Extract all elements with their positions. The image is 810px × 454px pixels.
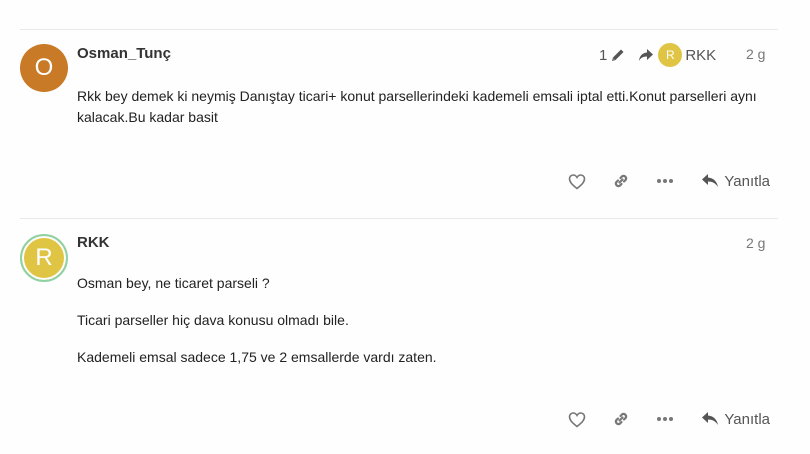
post-date[interactable]: 2 g [746,46,765,62]
reply-to-avatar[interactable]: R [658,43,683,67]
avatar[interactable]: R [20,234,68,282]
post-osman: O Osman_Tunç 1 R RKK 2 g Rkk bey demek k… [0,0,810,218]
post-meta: 1 R RKK [599,43,716,67]
post-body: Rkk bey demek ki neymiş Danıştay ticari+… [77,86,757,142]
username[interactable]: RKK [77,234,110,251]
edit-count[interactable]: 1 [599,47,607,64]
avatar-letter: O [34,54,54,81]
reply-arrow-icon [638,48,654,62]
more-icon[interactable] [655,409,675,429]
heart-icon[interactable] [567,171,587,191]
post-rkk: R RKK 2 g Osman bey, ne ticaret parseli … [0,219,810,454]
post-date[interactable]: 2 g [746,235,765,251]
post-paragraph: Osman bey, ne ticaret parseli ? [77,275,270,291]
post-paragraph: Kademeli emsal sadece 1,75 ve 2 emsaller… [77,349,437,365]
reply-button[interactable]: Yanıtla [701,173,770,190]
link-icon[interactable] [611,171,631,191]
heart-icon[interactable] [567,409,587,429]
pencil-icon[interactable] [610,47,626,63]
post-paragraph: Ticari parseller hiç dava konusu olmadı … [77,312,349,328]
reply-to-avatar-letter: R [666,48,675,62]
reply-button[interactable]: Yanıtla [701,411,770,428]
reply-icon [702,412,719,425]
more-icon[interactable] [655,171,675,191]
username[interactable]: Osman_Tunç [77,45,171,62]
reply-icon [702,174,719,187]
link-icon[interactable] [611,409,631,429]
post-paragraph: Rkk bey demek ki neymiş Danıştay ticari+… [77,88,757,125]
post-body: Osman bey, ne ticaret parseli ? Ticari p… [77,273,757,382]
avatar-letter: R [35,244,53,271]
reply-label: Yanıtla [724,172,770,190]
reply-label: Yanıtla [724,410,770,428]
reply-to-username[interactable]: RKK [685,47,716,64]
post-actions: Yanıtla [543,171,770,191]
post-actions: Yanıtla [543,409,770,429]
avatar[interactable]: O [20,44,68,92]
